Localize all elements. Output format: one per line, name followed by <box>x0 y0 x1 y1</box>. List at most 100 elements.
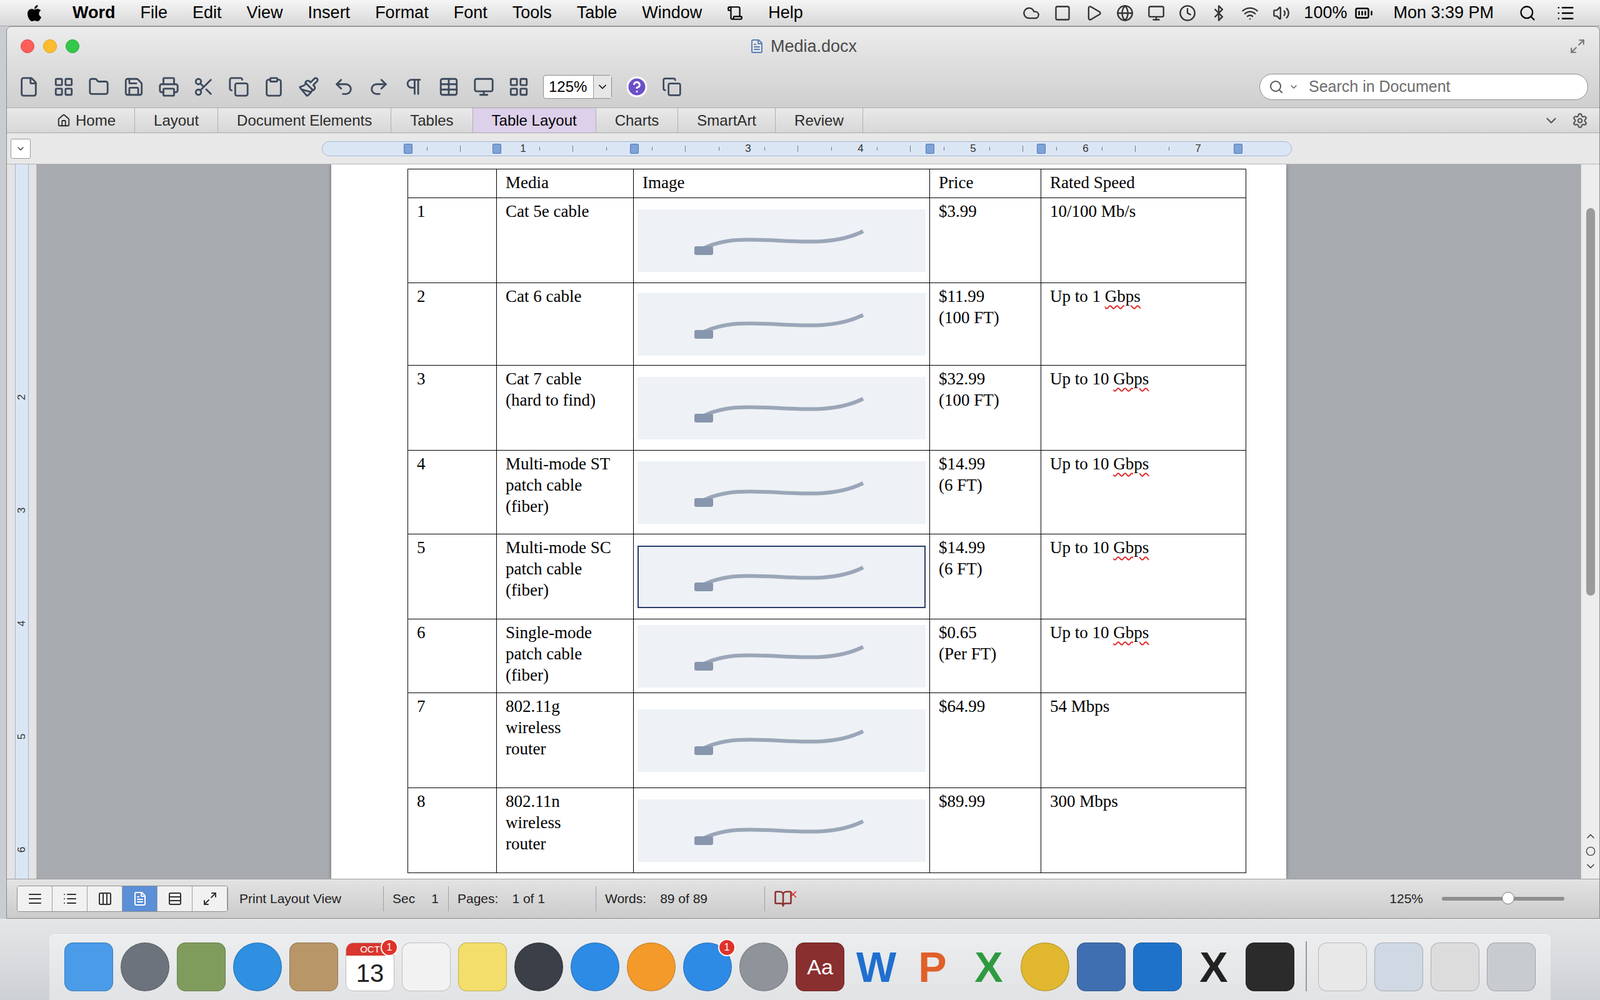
ribbon-tab[interactable]: Charts <box>596 108 679 133</box>
format-painter-icon[interactable] <box>298 76 320 98</box>
notifications-icon[interactable] <box>1556 3 1575 23</box>
clock[interactable]: Mon 3:39 PM <box>1393 0 1494 26</box>
zoom-combo[interactable]: 125% <box>543 75 612 99</box>
dock-item[interactable] <box>570 942 620 992</box>
dock-item[interactable] <box>120 942 170 992</box>
menu-item[interactable]: Edit <box>192 0 222 26</box>
dock-item[interactable] <box>64 942 114 992</box>
table-cell[interactable]: Multi-mode SCpatch cable(fiber) <box>496 534 634 620</box>
open-icon[interactable] <box>88 76 110 98</box>
app-icon[interactable] <box>1076 942 1126 992</box>
column-marker[interactable] <box>1036 143 1046 154</box>
dock-item[interactable] <box>739 942 789 992</box>
ribbon-settings-icon[interactable] <box>1571 112 1589 129</box>
view-button[interactable] <box>122 886 158 912</box>
dock-item[interactable] <box>458 942 507 992</box>
dock-item[interactable] <box>233 942 282 992</box>
app-icon[interactable] <box>120 942 170 992</box>
table-cell[interactable]: 54 Mbps <box>1041 693 1247 789</box>
menu-item[interactable]: Font <box>453 0 488 26</box>
table-cell[interactable]: 1 <box>408 198 497 284</box>
view-button[interactable] <box>157 886 193 912</box>
battery-icon[interactable] <box>1353 3 1375 23</box>
next-page-icon[interactable] <box>1584 860 1597 873</box>
dock-item[interactable] <box>1133 942 1182 992</box>
dock-item[interactable] <box>1430 942 1480 992</box>
image-cell[interactable] <box>633 450 930 535</box>
menu-item[interactable]: View <box>246 0 284 26</box>
pilcrow-icon[interactable] <box>403 76 425 98</box>
menu-item[interactable]: Format <box>375 0 429 26</box>
table-cell[interactable]: $3.99 <box>930 198 1042 284</box>
new-document-icon[interactable] <box>18 76 40 98</box>
dock-item[interactable] <box>401 942 451 992</box>
minimize-button[interactable] <box>43 39 57 54</box>
dock-item[interactable]: Aa <box>795 942 845 992</box>
view-button[interactable] <box>192 886 228 912</box>
table-cell[interactable]: Cat 6 cable <box>496 283 634 366</box>
letter-app-icon[interactable]: W <box>851 942 901 992</box>
table-cell[interactable]: 300 Mbps <box>1041 788 1247 874</box>
app-menu[interactable]: Word <box>72 0 116 26</box>
app-icon[interactable] <box>289 942 339 992</box>
image-cell[interactable] <box>633 365 930 451</box>
zoom-slider[interactable] <box>1441 896 1565 901</box>
table-cell[interactable]: $89.99 <box>930 788 1042 874</box>
proofing-icon[interactable] <box>773 889 793 909</box>
letter-app-icon[interactable]: P <box>908 942 957 992</box>
image-cell[interactable] <box>633 198 930 284</box>
table-cell[interactable]: Single-modepatch cable(fiber) <box>496 619 634 694</box>
table-cell[interactable]: 2 <box>408 283 497 366</box>
sidebar-icon[interactable] <box>508 76 530 98</box>
view-button[interactable] <box>87 886 123 912</box>
app-icon[interactable] <box>1053 4 1072 22</box>
image-cell[interactable] <box>633 283 930 366</box>
view-icon[interactable] <box>473 76 495 98</box>
ribbon-tab[interactable]: Table Layout <box>473 108 597 133</box>
table-cell[interactable]: Cat 7 cable(hard to find) <box>496 365 634 451</box>
menu-item[interactable]: Insert <box>308 0 351 26</box>
undo-icon[interactable] <box>333 76 355 98</box>
dock-item[interactable] <box>1020 942 1070 992</box>
app-icon[interactable] <box>739 942 789 992</box>
menu-item[interactable]: Tools <box>512 0 552 26</box>
letter-app-icon[interactable]: X <box>1189 942 1239 992</box>
letter-app-icon[interactable]: X <box>964 942 1014 992</box>
table-cell[interactable]: $14.99(6 FT) <box>930 534 1042 620</box>
app-icon[interactable]: Aa <box>795 942 845 992</box>
app-icon[interactable] <box>1374 942 1424 992</box>
dock-item[interactable] <box>514 942 564 992</box>
table-cell[interactable]: 6 <box>408 619 497 694</box>
app-icon[interactable] <box>1318 942 1367 992</box>
app-icon[interactable] <box>1020 942 1070 992</box>
globe-icon[interactable] <box>1116 4 1134 22</box>
save-icon[interactable] <box>123 76 145 98</box>
wifi-icon[interactable] <box>1241 4 1259 22</box>
column-header[interactable]: Image <box>633 169 930 199</box>
app-icon[interactable] <box>64 942 114 992</box>
column-marker[interactable] <box>1233 143 1243 154</box>
copy-icon[interactable] <box>228 76 250 98</box>
app-icon[interactable] <box>401 942 451 992</box>
volume-icon[interactable] <box>1272 4 1290 22</box>
table-cell[interactable]: Up to 10 Gbps <box>1041 534 1247 620</box>
dock-item[interactable]: X <box>1189 942 1239 992</box>
table-cell[interactable]: Up to 10 Gbps <box>1041 450 1247 535</box>
bluetooth-icon[interactable] <box>1210 4 1228 22</box>
table-cell[interactable]: 802.11gwirelessrouter <box>496 693 634 789</box>
dock-item[interactable]: X <box>964 942 1014 992</box>
zoom-thumb[interactable] <box>1501 891 1515 905</box>
scroll-thumb[interactable] <box>1586 208 1595 596</box>
tab-selector[interactable] <box>10 138 31 159</box>
table-cell[interactable]: $0.65(Per FT) <box>930 619 1042 694</box>
scrollbar[interactable] <box>1580 164 1600 879</box>
dock-item[interactable]: 1 <box>683 942 732 992</box>
image-cell[interactable] <box>633 693 930 789</box>
ribbon-tab[interactable]: Home <box>38 108 135 133</box>
column-marker[interactable] <box>630 143 639 154</box>
column-header[interactable]: Media <box>496 169 634 199</box>
table-cell[interactable]: $14.99(6 FT) <box>930 450 1042 535</box>
dock-item[interactable]: OCT131 <box>345 942 395 992</box>
app-icon[interactable] <box>626 942 676 992</box>
dock-item[interactable] <box>626 942 676 992</box>
